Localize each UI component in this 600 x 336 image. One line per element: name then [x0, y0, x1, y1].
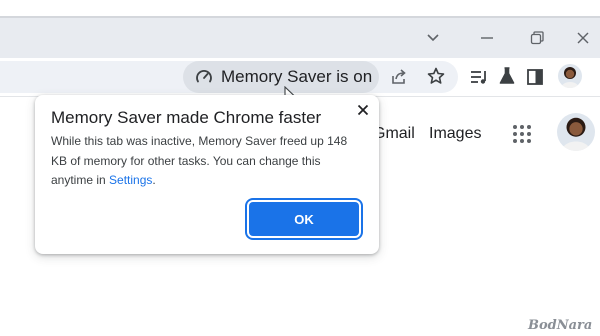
google-account-avatar[interactable]	[557, 113, 595, 151]
account-avatar-icon	[557, 113, 595, 151]
close-icon	[577, 32, 589, 44]
top-strip	[0, 0, 600, 16]
dialog-body-end: .	[152, 173, 156, 187]
reading-list-icon	[471, 71, 486, 84]
speedometer-icon	[196, 70, 212, 83]
share-button[interactable]	[389, 67, 409, 87]
apps-button[interactable]	[510, 122, 534, 146]
share-icon	[392, 69, 406, 84]
title-bar	[0, 16, 600, 60]
minimize-icon	[481, 37, 493, 39]
minimize-button[interactable]	[472, 24, 502, 52]
memory-saver-chip[interactable]: Memory Saver is on	[183, 61, 379, 93]
memory-saver-chip-label: Memory Saver is on	[221, 67, 373, 86]
restore-icon	[530, 31, 544, 45]
ok-button[interactable]: OK	[249, 202, 359, 236]
dialog-close-button[interactable]	[353, 100, 373, 120]
tab-search-button[interactable]	[418, 24, 448, 52]
dialog-body-text: While this tab was inactive, Memory Save…	[51, 134, 348, 187]
side-panel-icon	[527, 69, 543, 85]
settings-link[interactable]: Settings	[109, 173, 152, 187]
chevron-down-icon	[427, 34, 439, 42]
close-window-button[interactable]	[568, 24, 598, 52]
memory-saver-dialog: Memory Saver made Chrome faster While th…	[35, 95, 379, 254]
bookmark-star-icon	[427, 67, 445, 84]
apps-grid-icon	[513, 125, 531, 143]
profile-avatar	[558, 64, 582, 88]
reading-list-button[interactable]	[470, 67, 490, 87]
bookmark-button[interactable]	[426, 66, 446, 86]
labs-flask-icon	[499, 67, 515, 84]
labs-button[interactable]	[497, 66, 517, 86]
restore-button[interactable]	[522, 24, 552, 52]
dialog-body: While this tab was inactive, Memory Save…	[51, 132, 351, 191]
watermark: BodNara	[528, 318, 593, 333]
dialog-title: Memory Saver made Chrome faster	[51, 108, 322, 127]
close-icon	[357, 104, 369, 116]
toolbar: Memory Saver is on	[0, 58, 600, 106]
profile-avatar-button[interactable]	[558, 64, 582, 88]
images-link[interactable]: Images	[429, 125, 481, 143]
side-panel-button[interactable]	[525, 67, 545, 87]
gmail-link[interactable]: Gmail	[373, 125, 415, 143]
